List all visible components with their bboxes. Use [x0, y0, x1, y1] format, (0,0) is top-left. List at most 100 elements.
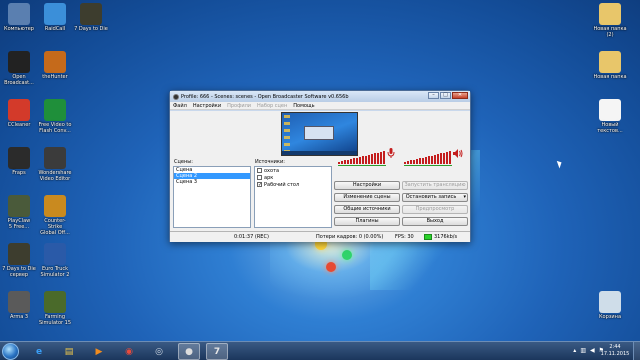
meter-baseline [404, 165, 452, 166]
menu-file[interactable]: Файл [173, 103, 187, 109]
desktop-shortcut-label: Wondershare Video Editor [38, 170, 72, 182]
obs-window[interactable]: Profile: 666 - Scenes: scenes - Open Bro… [169, 90, 471, 242]
mouse-cursor-icon [556, 159, 564, 169]
meter-bar [353, 158, 355, 164]
desktop-shortcut[interactable]: Новая папка [593, 51, 627, 80]
meter-bar [449, 151, 451, 164]
edit-scene-button[interactable]: Изменение сцены [334, 193, 400, 202]
network-icon[interactable]: ▥ [580, 347, 586, 354]
steam-icon[interactable]: ◎ [148, 343, 170, 360]
meter-bar [419, 158, 421, 164]
start-button[interactable] [2, 343, 19, 360]
wallpaper-logo-green [342, 250, 352, 260]
desktop-shortcut[interactable]: Counter-Strike Global Off... [38, 195, 72, 236]
sources-label: Источники: [255, 159, 285, 165]
settings-button[interactable]: Настройки [334, 181, 400, 190]
meter-bar [443, 153, 445, 164]
stop-recording-label: Остановить запись [405, 194, 457, 200]
global-sources-button[interactable]: Общие источники [334, 205, 400, 214]
desktop-shortcut-label: Euro Truck Simulator 2 [40, 266, 70, 278]
start-stream-button[interactable]: Запустить трансляцию [402, 181, 468, 190]
7days-server-icon [8, 243, 30, 265]
desktop-shortcut[interactable]: PlayClaw 5 Free... [2, 195, 36, 230]
tray-arrow-icon[interactable]: ▴ [573, 347, 576, 354]
window-titlebar[interactable]: Profile: 666 - Scenes: scenes - Open Bro… [170, 91, 470, 102]
desktop-shortcut[interactable]: RaidCall [38, 3, 72, 32]
desktop-shortcut-label: Free Video to Flash Conv... [38, 122, 72, 134]
preview-window [304, 126, 334, 140]
desktop-shortcut[interactable]: Новая папка (2) [593, 3, 627, 38]
desktop-shortcut-label: RaidCall [44, 26, 66, 32]
menu-profiles[interactable]: Профили [227, 103, 251, 109]
preview-button[interactable]: Предпросмотр [402, 205, 468, 214]
plugins-button[interactable]: Плагины [334, 217, 400, 226]
desktop-shortcut[interactable]: Farming Simulator 15 [38, 291, 72, 326]
ccleaner-icon [8, 99, 30, 121]
meter-bar [362, 156, 364, 164]
exit-button[interactable]: Выход [402, 217, 468, 226]
source-label: арк [264, 174, 274, 181]
source-label: Рабочий стол [264, 181, 300, 188]
volume-icon[interactable]: ◀ [590, 347, 595, 354]
recycle-bin-icon [599, 291, 621, 313]
desktop-shortcut-label: Новая папка [593, 74, 627, 80]
minimize-button[interactable]: – [428, 92, 439, 99]
source-item[interactable]: охота [255, 167, 331, 174]
scene-item[interactable]: Сцена 3 [174, 179, 250, 185]
media-player-icon[interactable]: ▶ [88, 343, 110, 360]
meter-bar [350, 159, 352, 164]
clock[interactable]: 2:44 17.11.2015 [600, 344, 630, 358]
microphone-icon[interactable] [387, 148, 395, 158]
maximize-button[interactable]: □ [440, 92, 451, 99]
menu-settings[interactable]: Настройки [193, 103, 221, 109]
preview-desktop-icons [284, 115, 290, 151]
chrome-icon[interactable]: ◉ [118, 343, 140, 360]
desktop-shortcut[interactable]: Корзина [593, 291, 627, 320]
obs-taskbar-icon[interactable]: ● [178, 343, 200, 360]
desktop-shortcut[interactable]: Arma 3 [2, 291, 36, 320]
stop-recording-button[interactable]: Остановить запись ▾ [402, 193, 468, 202]
arma3-icon [8, 291, 30, 313]
show-desktop-button[interactable] [633, 342, 640, 360]
desktop-shortcut[interactable]: Wondershare Video Editor [38, 147, 72, 182]
source-checkbox[interactable] [257, 168, 262, 173]
meter-bar [380, 152, 382, 164]
meter-bar [431, 156, 433, 164]
speaker-icon[interactable] [453, 149, 463, 158]
desktop-shortcut-label: Компьютер [4, 26, 34, 32]
source-checkbox-checked[interactable]: ✓ [257, 182, 262, 188]
menu-scene-collection[interactable]: Набор сцен [257, 103, 287, 109]
source-item[interactable]: арк [255, 174, 331, 181]
source-item[interactable]: ✓ Рабочий стол [255, 181, 331, 188]
explorer-icon[interactable]: ▤ [58, 343, 80, 360]
euro-truck-icon [44, 243, 66, 265]
desktop-shortcut[interactable]: Open Broadcast... [2, 51, 36, 86]
source-checkbox[interactable] [257, 175, 262, 180]
obs-icon [8, 51, 30, 73]
desktop-shortcut[interactable]: Free Video to Flash Conv... [38, 99, 72, 134]
desktop-shortcut[interactable]: theHunter [38, 51, 72, 80]
desktop-shortcut[interactable]: 7 Days to Die сервер [2, 243, 36, 278]
desktop-shortcut[interactable]: Fraps [2, 147, 36, 176]
meter-bar [440, 153, 442, 164]
meter-bar [383, 151, 385, 164]
meter-bar [437, 154, 439, 164]
desktop-shortcut[interactable]: Компьютер [2, 3, 36, 32]
flash-converter-icon [44, 99, 66, 121]
ie-icon[interactable]: e [28, 343, 50, 360]
desktop-shortcut[interactable]: 7 Days to Die [74, 3, 108, 32]
desktop-shortcut[interactable]: Новый текстов... [593, 99, 627, 134]
7days-taskbar-icon[interactable]: 7 [206, 343, 228, 360]
menu-help[interactable]: Помощь [293, 103, 314, 109]
scenes-list[interactable]: Сцена Сцена 2 Сцена 3 [173, 166, 251, 228]
desktop-shortcut[interactable]: CCleaner [2, 99, 36, 128]
close-button[interactable]: ✕ [452, 92, 468, 99]
wondershare-icon [44, 147, 66, 169]
dropdown-arrow-icon[interactable]: ▾ [463, 194, 466, 201]
meter-bar [425, 157, 427, 164]
sources-list[interactable]: охота арк ✓ Рабочий стол [254, 166, 332, 228]
folder-icon [599, 51, 621, 73]
playclaw-icon [8, 195, 30, 217]
desktop-shortcut[interactable]: Euro Truck Simulator 2 [38, 243, 72, 278]
meter-bar [338, 162, 340, 164]
